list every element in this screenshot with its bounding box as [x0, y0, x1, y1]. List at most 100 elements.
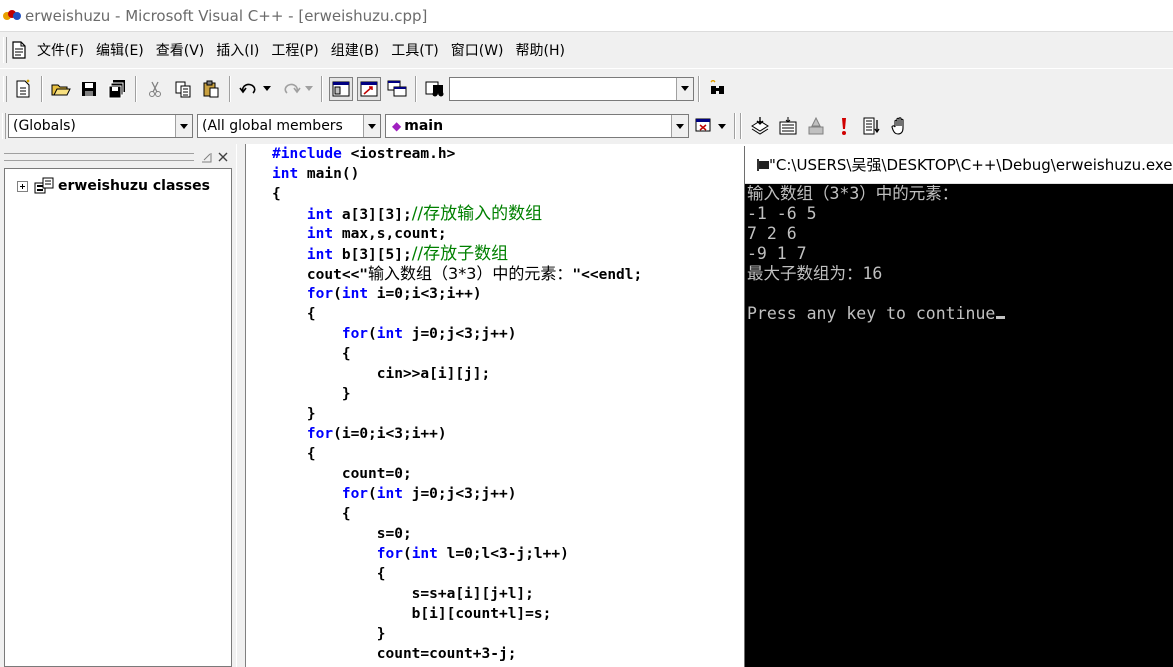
code-editor[interactable]: #include <iostream.h> int main() { int a… [246, 144, 746, 667]
code-line-11: { [272, 346, 351, 362]
code-line-16: { [272, 446, 316, 462]
console-prompt-text: Press any key to continue [747, 304, 996, 323]
toolbar-separator [698, 75, 700, 102]
build-button[interactable] [776, 114, 800, 138]
console-line-1: 输入数组（3*3）中的元素： [747, 184, 959, 203]
code-line-19: { [272, 506, 351, 522]
redo-button[interactable] [279, 77, 303, 101]
member-combo-dropdown-button[interactable] [671, 115, 688, 137]
classes-icon [34, 177, 54, 194]
window-list-button[interactable] [385, 77, 409, 101]
window-title: erweishuzu - Microsoft Visual C++ - [erw… [25, 6, 428, 25]
compile-button[interactable] [748, 114, 772, 138]
workspace-drag-bar[interactable] [4, 153, 194, 161]
wizard-action-dropdown-arrow[interactable] [718, 123, 726, 129]
code-line-6: int b[3][5];//存放子数组 [306, 244, 509, 264]
class-view-tree[interactable]: erweishuzu classes [4, 168, 232, 667]
workspace-toggle-button[interactable] [329, 76, 353, 101]
member-combo[interactable]: ◆ main [385, 114, 689, 138]
paste-button[interactable] [199, 77, 223, 101]
console-title-bar[interactable]: "C:\USERS\吴强\DESKTOP\C++\Debug\erweishuz… [745, 146, 1173, 184]
toolbar-separator [415, 75, 417, 102]
wizard-action-icon [695, 118, 711, 132]
copy-icon [175, 81, 191, 97]
execute-button[interactable] [832, 114, 856, 138]
menu-project[interactable]: 工程(P) [265, 40, 324, 60]
save-icon [82, 81, 96, 96]
find-combo[interactable] [449, 76, 694, 101]
binoculars-icon [710, 79, 724, 94]
code-line-9: { [272, 306, 316, 322]
new-file-button[interactable] [11, 77, 35, 101]
new-file-icon [16, 78, 30, 97]
menu-edit[interactable]: 编辑(E) [90, 40, 150, 60]
menu-tools[interactable]: 工具(T) [385, 40, 444, 60]
code-line-1: #include <iostream.h> [272, 146, 456, 162]
stop-build-icon [808, 116, 824, 135]
class-combo-dropdown-button[interactable] [175, 115, 192, 137]
redo-dropdown-arrow[interactable] [305, 86, 313, 91]
code-line-26: count=count+3-j; [272, 646, 517, 662]
insert-breakpoint-button[interactable] [888, 114, 912, 138]
undo-button[interactable] [237, 77, 261, 101]
console-line-2: -1 -6 5 [747, 204, 817, 223]
code-line-14: } [272, 406, 316, 422]
wizard-action-button[interactable] [692, 114, 716, 138]
tree-item-label: erweishuzu classes [58, 178, 210, 194]
document-icon[interactable] [11, 41, 27, 59]
exclamation-icon [842, 118, 846, 135]
code-line-2: int main() [272, 166, 360, 182]
save-button[interactable] [77, 77, 101, 101]
class-combo[interactable]: (Globals) [8, 114, 193, 138]
find-in-files-button[interactable] [423, 77, 447, 101]
menu-insert[interactable]: 插入(I) [210, 40, 265, 60]
stop-build-button[interactable] [804, 114, 828, 138]
menubar-grip-handle[interactable] [3, 37, 7, 63]
code-line-21: for(int l=0;l<3-j;l++) [376, 546, 569, 562]
compile-icon [751, 117, 769, 135]
undo-dropdown-arrow[interactable] [263, 86, 271, 91]
pane-splitter[interactable] [236, 144, 246, 667]
window-list-icon [387, 80, 407, 96]
code-line-8: for(int i=0;i<3;i++) [306, 286, 482, 302]
menu-help[interactable]: 帮助(H) [510, 40, 571, 60]
workspace-resize-icon[interactable] [200, 151, 212, 163]
code-line-18: for(int j=0;j<3;j++) [341, 486, 517, 502]
open-folder-icon [51, 84, 71, 95]
cut-icon [149, 81, 161, 97]
search-binoculars-button[interactable] [706, 77, 730, 101]
toolbar-grip-handle[interactable] [3, 75, 7, 102]
wizard-bar: (Globals) (All global members ◆ main [0, 108, 1173, 144]
filter-combo-value: (All global members [202, 118, 343, 134]
code-line-10: for(int j=0;j<3;j++) [341, 326, 517, 342]
filter-combo[interactable]: (All global members [197, 114, 381, 138]
toolbar-separator [41, 75, 43, 102]
open-button[interactable] [49, 77, 73, 101]
menu-window[interactable]: 窗口(W) [445, 40, 510, 60]
tree-item-root[interactable]: erweishuzu classes [17, 177, 210, 195]
menu-file[interactable]: 文件(F) [31, 40, 90, 60]
menu-build[interactable]: 组建(B) [325, 40, 386, 60]
console-line-7: Press any key to continue [747, 304, 1006, 324]
filter-combo-dropdown-button[interactable] [363, 115, 380, 137]
standard-toolbar [0, 68, 1173, 108]
save-all-button[interactable] [105, 77, 129, 101]
code-line-5: int max,s,count; [306, 226, 447, 242]
close-icon[interactable] [217, 151, 229, 163]
chevron-down-icon [681, 86, 689, 91]
code-line-20: s=0; [272, 526, 412, 542]
output-toggle-button[interactable] [357, 76, 381, 101]
console-window[interactable]: "C:\USERS\吴强\DESKTOP\C++\Debug\erweishuz… [744, 146, 1173, 667]
toolbar-separator [229, 75, 231, 102]
cut-button[interactable] [143, 77, 167, 101]
build-icon [779, 117, 797, 135]
copy-button[interactable] [171, 77, 195, 101]
find-combo-dropdown-button[interactable] [676, 77, 693, 100]
paste-icon [203, 80, 219, 97]
menu-view[interactable]: 查看(V) [150, 40, 211, 60]
go-button[interactable] [860, 114, 884, 138]
wizardbar-grip-handle[interactable] [2, 113, 6, 139]
toolbar-separator [135, 75, 137, 102]
tree-expand-icon[interactable] [17, 180, 28, 192]
chevron-down-icon [180, 123, 188, 129]
